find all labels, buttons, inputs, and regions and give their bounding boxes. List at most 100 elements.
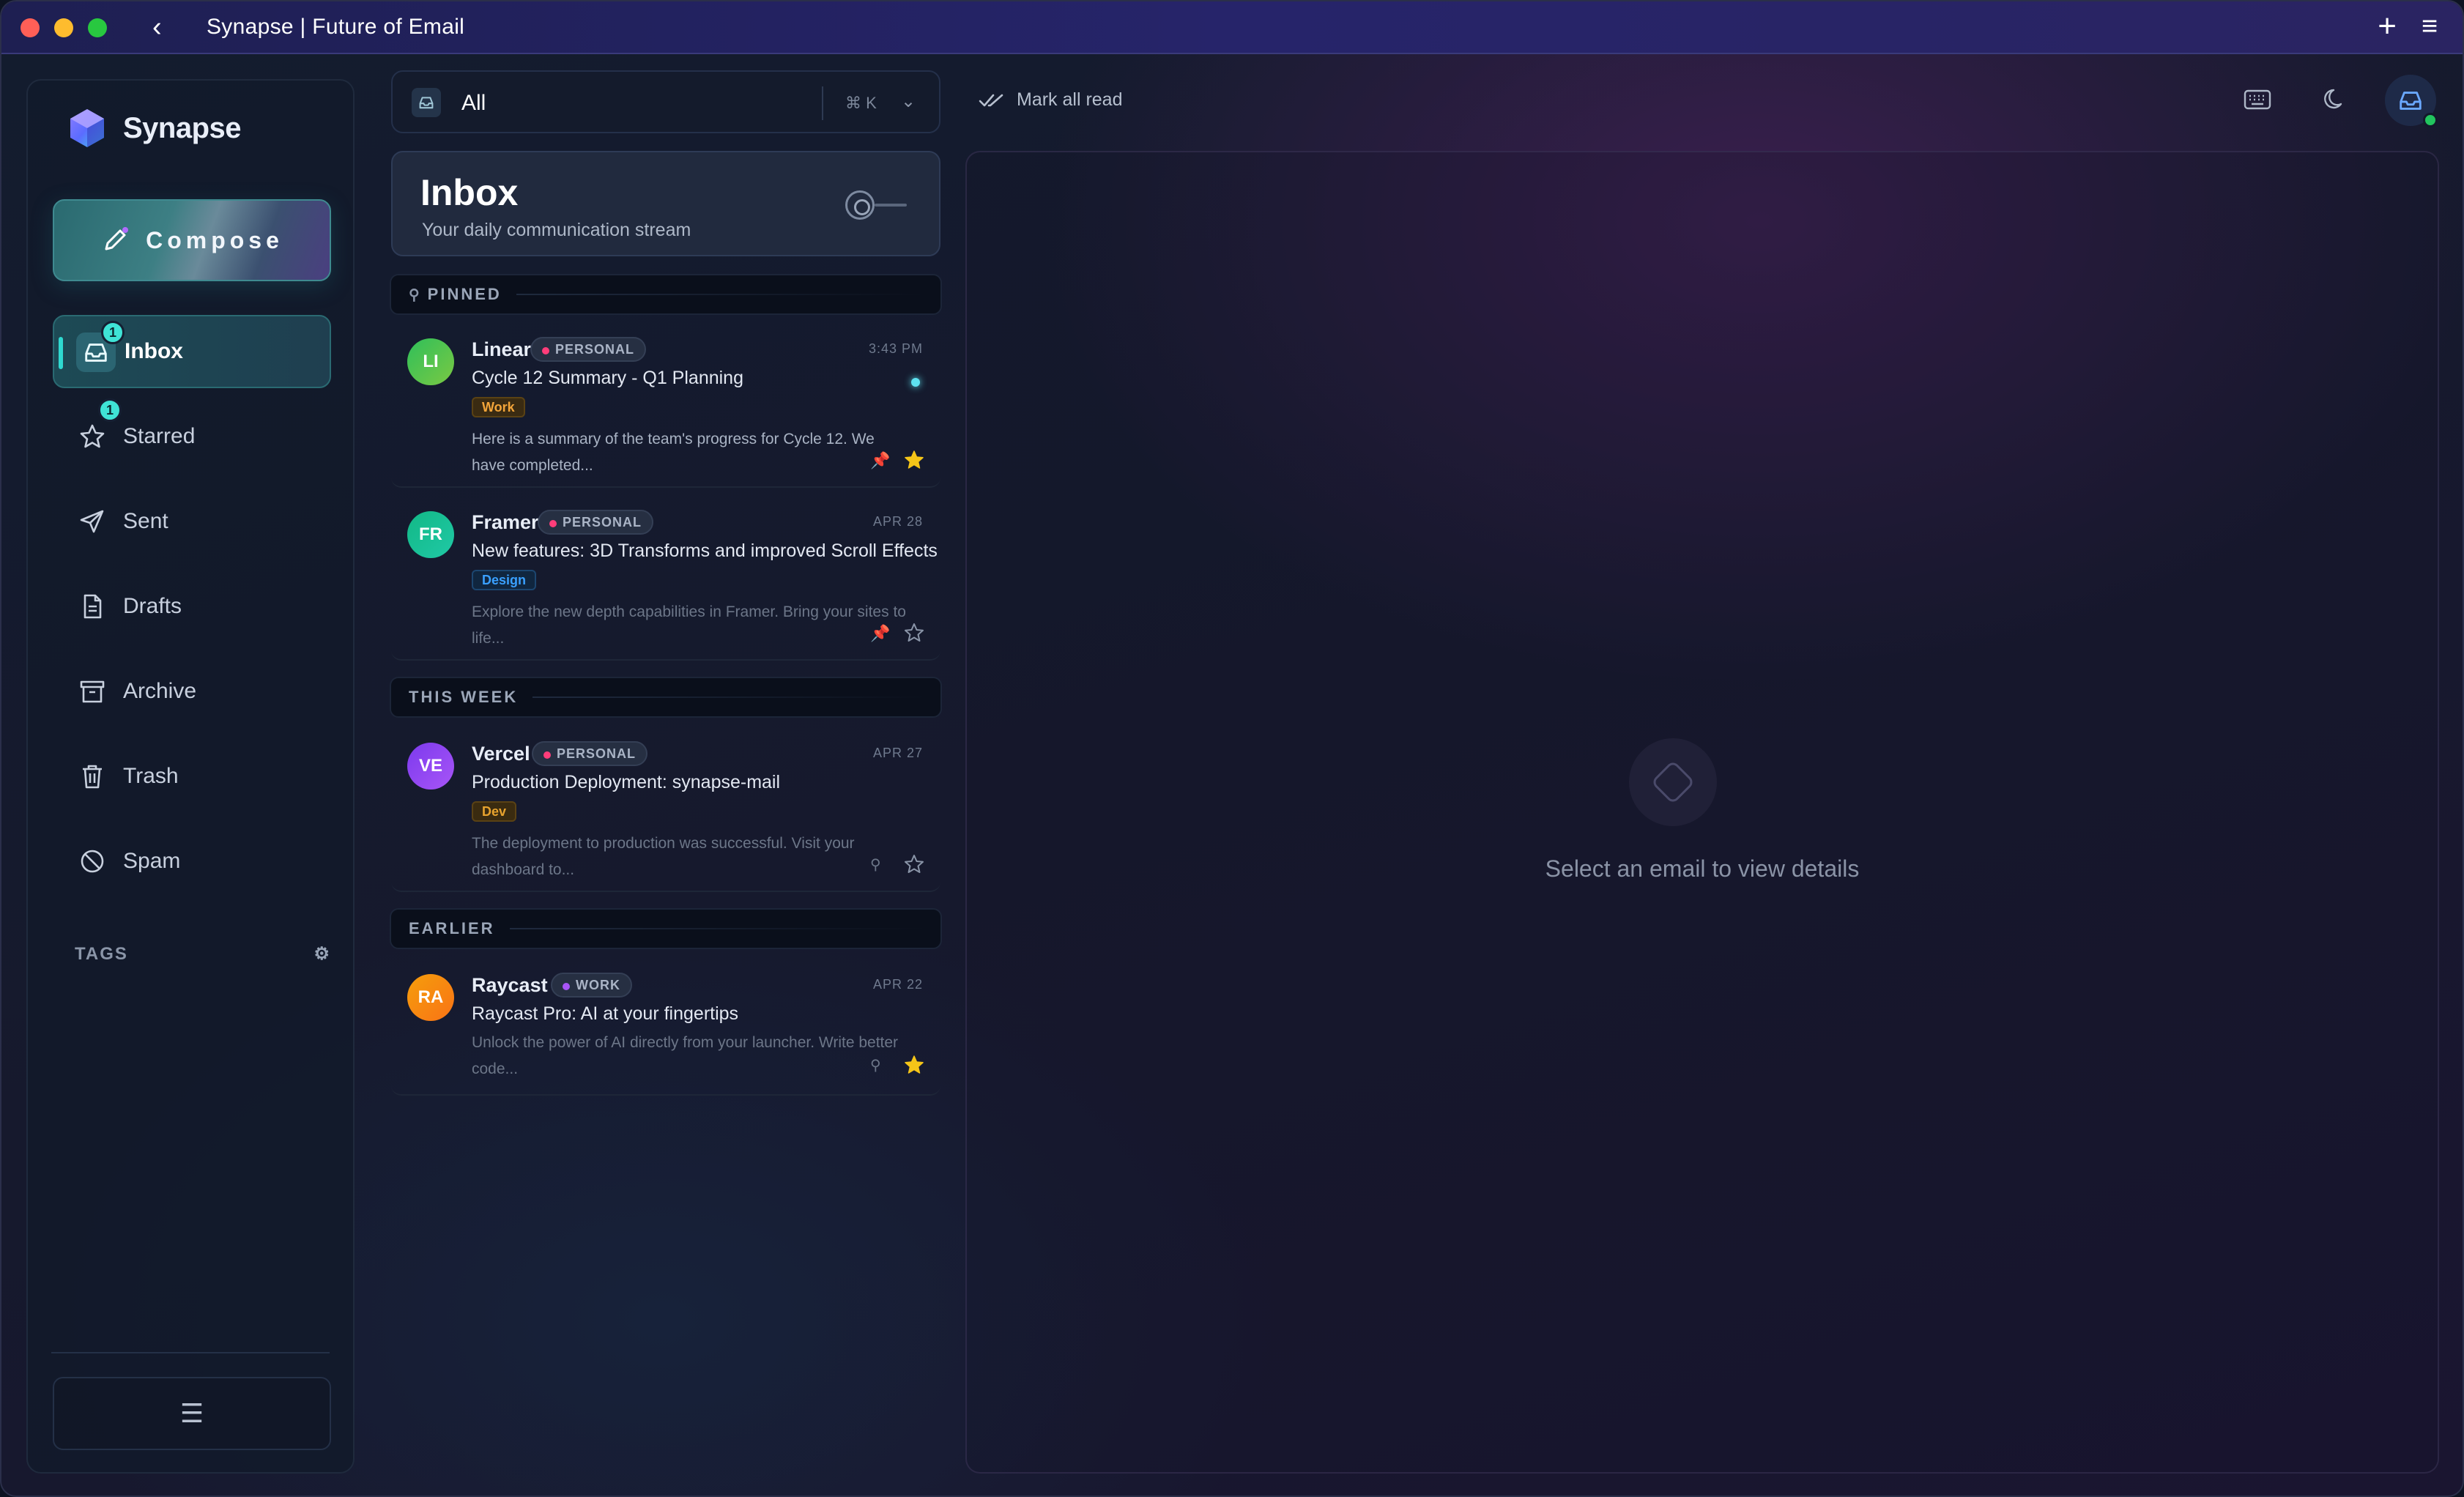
document-icon [84,594,102,619]
email-list-item[interactable]: LI Linear PERSONAL 3:43 PM Cycle 12 Summ… [391,321,940,488]
window-title: Synapse | Future of Email [207,15,465,39]
mark-all-read-button[interactable]: Mark all read [979,89,1123,111]
email-preview: Here is a summary of the team's progress… [472,431,875,474]
avatar: VE [407,743,454,790]
empty-state-text: Select an email to view details [1545,855,1860,882]
unread-dot [911,378,920,387]
sidebar-item-drafts[interactable]: Drafts [53,570,331,643]
pin-icon[interactable]: ⚲ [870,1056,888,1074]
email-preview: The deployment to production was success… [472,835,855,878]
category-badge: WORK [551,973,632,998]
email-preview: Explore the new depth capabilities in Fr… [472,603,906,647]
sidebar-item-label: Sent [123,509,168,533]
sidebar-item-label: Archive [123,679,197,703]
star-icon [80,424,105,448]
sidebar-item-label: Spam [123,849,181,873]
email-sender: Framer [472,511,539,533]
email-subject: Production Deployment: synapse-mail [472,772,781,792]
minimize-window-button[interactable] [54,18,73,37]
section-label: THIS WEEK [409,688,519,706]
view-toggle[interactable] [845,190,911,220]
diamond-icon [1629,738,1717,826]
section-divider [532,697,926,698]
brand-logo[interactable]: Synapse [66,107,242,149]
sidebar-item-sent[interactable]: Sent [53,485,331,558]
pin-icon[interactable]: 📌 [870,451,890,469]
pin-icon[interactable]: ⚲ [870,855,888,873]
keyboard-shortcut-hint: ⌘ K [845,94,877,112]
sidebar-item-label: Trash [123,764,179,788]
close-window-button[interactable] [21,18,40,37]
gear-icon[interactable]: ⚙ [313,943,331,965]
section-header-earlier: EARLIER [390,908,942,949]
email-preview: Unlock the power of AI directly from you… [472,1034,899,1077]
sidebar-item-inbox[interactable]: 1 Inbox [53,315,331,388]
star-icon[interactable] [904,854,924,874]
pin-icon: ⚲ [409,286,422,303]
page-title: Inbox [420,172,519,213]
mark-all-read-label: Mark all read [1017,89,1123,110]
sidebar-item-label: Drafts [123,594,182,618]
label-tag[interactable]: Design [472,570,537,590]
email-sender: Raycast [472,974,548,996]
brand-name: Synapse [123,111,242,144]
star-icon[interactable] [904,1055,924,1075]
avatar: RA [407,974,454,1021]
sidebar-item-trash[interactable]: Trash [53,740,331,813]
zoom-window-button[interactable] [88,18,107,37]
sidebar-item-label: Inbox [125,339,183,363]
tags-label: TAGS [75,943,128,964]
section-divider [509,928,926,929]
compose-button[interactable]: Compose [53,199,331,281]
synapse-logo-icon [66,107,108,149]
page-subtitle: Your daily communication stream [422,220,691,240]
chevron-down-icon[interactable]: ⌄ [901,91,916,112]
pencil-icon [105,227,129,250]
sidebar-item-spam[interactable]: Spam [53,825,331,898]
compose-label: Compose [146,226,283,253]
section-header-this-week: THIS WEEK [390,677,942,718]
email-sender: Vercel [472,743,530,765]
email-detail-pane: Select an email to view details [965,151,2439,1474]
email-date: APR 28 [872,514,923,529]
ban-icon [81,850,104,873]
keyboard-icon[interactable] [2241,83,2274,116]
back-arrow-icon[interactable]: ‹ [152,13,179,41]
sidebar-item-archive[interactable]: Archive [53,655,331,728]
sidebar-item-starred[interactable]: 1 Starred [53,398,331,473]
avatar: FR [407,511,454,558]
email-date: APR 27 [872,746,923,760]
email-list-item[interactable]: VE Vercel PERSONAL APR 27 Production Dep… [391,725,940,892]
avatar: LI [407,338,454,385]
hamburger-icon: ☰ [179,1398,204,1428]
filter-divider [822,86,823,120]
moon-icon[interactable] [2319,83,2351,116]
sidebar-menu-button[interactable]: ☰ [53,1377,331,1450]
email-list-item[interactable]: RA Raycast WORK APR 22 Raycast Pro: AI a… [391,956,940,1096]
online-status-indicator [2423,113,2438,127]
new-tab-plus-icon[interactable]: + [2378,10,2397,42]
inbox-icon [412,88,441,117]
email-list-item[interactable]: FR Framer PERSONAL APR 28 New features: … [391,494,940,661]
section-divider [516,294,926,295]
star-icon[interactable] [904,450,924,470]
tags-header: TAGS ⚙ [75,943,331,965]
label-tag[interactable]: Work [472,397,525,417]
sidebar-item-label: Starred [123,424,196,448]
email-subject: Cycle 12 Summary - Q1 Planning [472,368,743,388]
email-date: 3:43 PM [868,341,923,356]
account-avatar-button[interactable] [2385,75,2438,127]
star-icon[interactable] [904,623,924,643]
sidebar-divider [51,1352,330,1353]
toggle-track [875,204,907,207]
trash-icon [83,765,102,789]
title-bar: ‹ Synapse | Future of Email + ≡ [1,1,2463,54]
email-subject: Raycast Pro: AI at your fingertips [472,1003,739,1024]
app-window: ‹ Synapse | Future of Email + ≡ Synapse [0,0,2464,1497]
window-menu-icon[interactable]: ≡ [2422,12,2438,41]
sidebar: Synapse Compose 1 Inbox 1 Starred Sent D… [26,79,355,1474]
mailbox-filter-select[interactable]: All ⌘ K ⌄ [391,70,940,133]
label-tag[interactable]: Dev [472,801,517,822]
email-subject: New features: 3D Transforms and improved… [472,541,938,561]
pin-icon[interactable]: 📌 [870,624,890,642]
